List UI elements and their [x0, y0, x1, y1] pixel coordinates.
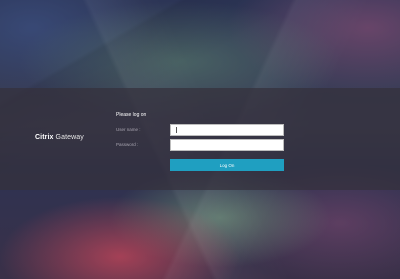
username-label: User name :: [116, 127, 141, 132]
password-input[interactable]: [170, 139, 284, 151]
citrix-gateway-logo: Citrix Gateway: [35, 134, 84, 141]
password-label: Password :: [116, 142, 139, 147]
username-input[interactable]: [170, 124, 284, 136]
log-on-button[interactable]: Log On: [170, 159, 284, 171]
text-caret: [176, 127, 177, 133]
brand-name-bold: Citrix: [35, 134, 54, 141]
login-title: Please log on: [116, 112, 147, 118]
brand-name-light: Gateway: [55, 134, 84, 141]
